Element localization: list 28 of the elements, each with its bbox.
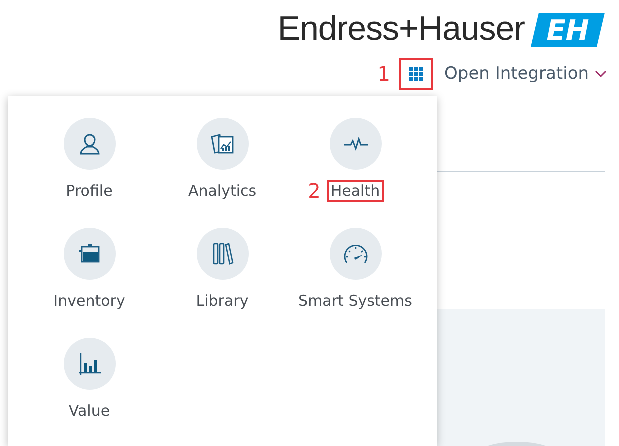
app-link[interactable]: Inventory [50,290,130,312]
apps-grid-button[interactable] [398,58,433,90]
person-icon [78,132,102,156]
app-icon-button[interactable] [64,338,116,390]
analytics-cards-icon [210,132,236,156]
workspace-dropdown[interactable]: Open Integration [444,64,607,84]
app-icon-button[interactable] [330,228,382,280]
app-link[interactable]: Profile [62,180,117,202]
app-icon-button[interactable] [64,228,116,280]
gauge-icon [342,243,370,265]
books-icon [212,242,234,266]
pulse-icon [342,137,368,151]
logo-mark: EH [531,12,605,46]
app-icon-button[interactable] [196,228,248,280]
step-marker: 1 [378,62,391,86]
app-icon-button[interactable] [64,118,116,170]
app-link[interactable]: Smart Systems [294,290,416,312]
tank-icon [78,244,100,264]
app-icon-button[interactable] [196,118,248,170]
grid-icon [408,67,423,81]
brand-name: Endress+Hauser [278,10,525,49]
chevron-down-icon [595,70,607,78]
app-link[interactable]: Library [192,290,253,312]
app-link[interactable]: Health [326,180,384,202]
app-link[interactable]: Value [64,400,114,422]
app-link[interactable]: Analytics [184,180,261,202]
bar-chart-icon [78,352,102,376]
step-marker: 2 [308,179,321,203]
